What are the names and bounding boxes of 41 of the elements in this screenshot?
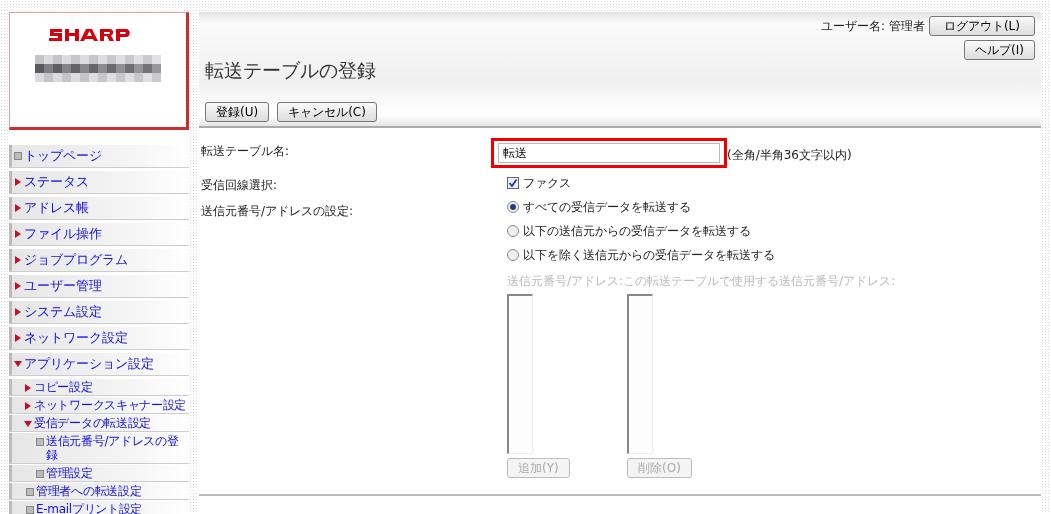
register-button[interactable]: 登録(U): [205, 102, 270, 122]
menu-item[interactable]: 管理者への転送設定: [9, 483, 189, 500]
radio-button[interactable]: [507, 249, 519, 261]
radio-button[interactable]: [507, 225, 519, 237]
menu-item[interactable]: 管理設定: [9, 465, 189, 482]
menu-item[interactable]: ステータス: [9, 171, 189, 194]
field-label: 受信回線選択:: [201, 177, 279, 194]
menu-item[interactable]: アドレス帳: [9, 197, 189, 220]
field-label: 転送テーブル名:: [201, 143, 291, 160]
help-button[interactable]: ヘルプ(I): [964, 40, 1035, 60]
square-icon: [26, 506, 34, 514]
field-label: 送信元番号/アドレスの設定:: [201, 203, 355, 220]
menu-item[interactable]: システム設定: [9, 301, 189, 324]
text-input-field[interactable]: 転送: [498, 143, 720, 163]
list-label: 送信元番号/アドレス:: [507, 273, 624, 290]
checkbox-label: ファクス: [523, 175, 571, 192]
menu-item[interactable]: ユーザー管理: [9, 275, 189, 298]
square-icon: [26, 488, 34, 496]
checkbox[interactable]: [507, 177, 519, 189]
menu-item[interactable]: コピー設定: [9, 379, 189, 396]
square-icon: [14, 152, 22, 160]
menu-item[interactable]: 受信データの転送設定: [9, 415, 189, 432]
radio-label: 以下を除く送信元からの受信データを転送する: [523, 247, 775, 264]
menu-item[interactable]: トップページ: [9, 145, 189, 168]
cancel-button[interactable]: キャンセル(C): [277, 102, 377, 122]
menu-item[interactable]: ネットワークスキャナー設定: [9, 397, 189, 414]
hint-text: (全角/半角36文字以内): [727, 147, 852, 164]
menu-item[interactable]: ネットワーク設定: [9, 327, 189, 350]
list-label: この転送テーブルで使用する送信元番号/アドレス:: [623, 273, 896, 290]
menu-item[interactable]: ファイル操作: [9, 223, 189, 246]
radio-label: 以下の送信元からの受信データを転送する: [523, 223, 751, 240]
page-title: 転送テーブルの登録: [205, 58, 376, 83]
menu-item[interactable]: アプリケーション設定: [9, 353, 189, 376]
square-icon: [36, 470, 44, 478]
radio-label: すべての受信データを転送する: [523, 199, 691, 216]
user-name-text: ユーザー名: 管理者: [821, 18, 925, 35]
radio-button[interactable]: [507, 201, 519, 213]
menu-item[interactable]: 送信元番号/アドレスの登録: [9, 433, 189, 464]
menu-item[interactable]: ジョブプログラム: [9, 249, 189, 272]
square-icon: [36, 438, 44, 446]
logout-button[interactable]: ログアウト(L): [928, 16, 1035, 36]
